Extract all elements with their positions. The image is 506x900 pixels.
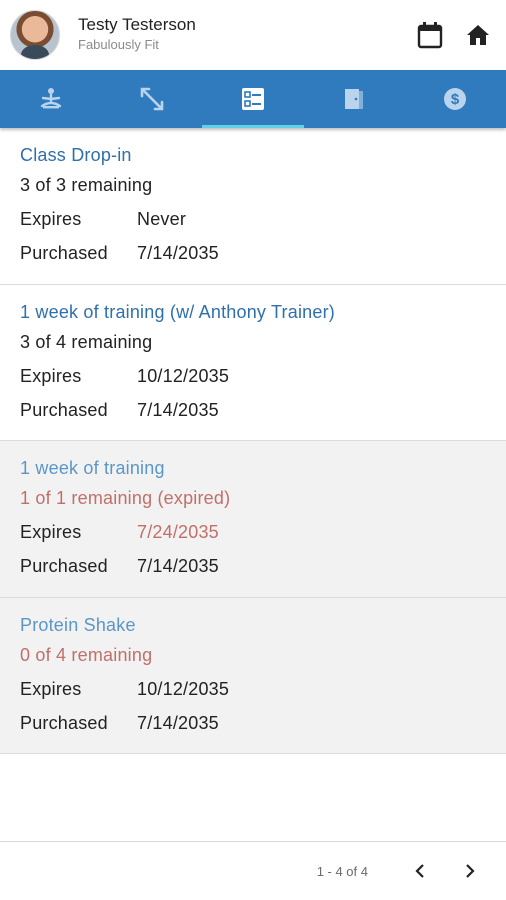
user-name: Testy Testerson — [78, 15, 196, 34]
package-title: 1 week of training (w/ Anthony Trainer) — [20, 301, 335, 322]
previous-page-button[interactable] — [404, 855, 436, 887]
package-card[interactable]: 1 week of training (w/ Anthony Trainer) … — [0, 285, 506, 441]
package-card-expired[interactable]: Protein Shake 0 of 4 remaining Expires 1… — [0, 597, 506, 754]
purchased-label: Purchased — [20, 399, 108, 420]
calendar-icon[interactable] — [412, 17, 448, 53]
package-remaining: 0 of 4 remaining — [20, 644, 153, 665]
expires-row: Expires 7/24/2035 — [20, 515, 486, 549]
purchased-value: 7/14/2035 — [137, 556, 219, 576]
pagination-range: 1 - 4 of 4 — [316, 863, 368, 879]
chevron-right-icon — [466, 864, 475, 878]
purchased-label: Purchased — [20, 243, 108, 263]
purchased-row: Purchased 7/14/2035 — [20, 706, 486, 740]
tab-bar: $ — [0, 70, 506, 128]
package-title: Class Drop-in — [20, 145, 132, 165]
tab-billing[interactable]: $ — [405, 70, 506, 128]
expires-row: Expires 10/12/2035 — [20, 672, 486, 706]
purchased-value: 7/14/2035 — [137, 399, 219, 420]
pagination: 1 - 4 of 4 — [0, 841, 506, 900]
tab-classes[interactable] — [0, 70, 101, 128]
purchased-row: Purchased 7/14/2035 — [20, 393, 486, 427]
door-icon — [345, 89, 364, 109]
package-card[interactable]: Class Drop-in 3 of 3 remaining Expires N… — [0, 128, 506, 285]
expires-row: Expires Never — [20, 202, 486, 236]
fitness-arrows-icon — [140, 87, 164, 111]
expires-label: Expires — [20, 678, 82, 699]
tab-workouts[interactable] — [101, 70, 202, 128]
expires-value: 10/12/2035 — [137, 678, 230, 699]
purchased-row: Purchased 7/14/2035 — [20, 549, 486, 583]
expires-label: Expires — [20, 209, 82, 229]
expires-value: 10/12/2035 — [137, 365, 230, 386]
expires-label: Expires — [20, 522, 82, 542]
package-remaining: 1 of 1 remaining (expired) — [20, 488, 231, 508]
package-list: Class Drop-in 3 of 3 remaining Expires N… — [0, 128, 506, 754]
package-title: 1 week of training — [20, 458, 165, 478]
purchased-label: Purchased — [20, 556, 108, 576]
purchased-label: Purchased — [20, 712, 108, 733]
purchased-row: Purchased 7/14/2035 — [20, 236, 486, 270]
home-icon[interactable] — [460, 17, 496, 53]
expires-value: 7/24/2035 — [137, 522, 219, 542]
purchased-value: 7/14/2035 — [137, 712, 219, 733]
meditation-icon — [40, 88, 61, 109]
gym-name: Fabulously Fit — [78, 37, 159, 52]
dollar-icon: $ — [444, 88, 467, 110]
svg-text:$: $ — [451, 91, 460, 108]
tab-checkin[interactable] — [304, 70, 405, 128]
tab-packages[interactable] — [202, 70, 304, 128]
next-page-button[interactable] — [454, 855, 486, 887]
package-remaining: 3 of 4 remaining — [20, 331, 153, 352]
avatar[interactable] — [10, 10, 60, 60]
expires-value: Never — [137, 209, 187, 229]
chevron-left-icon — [415, 864, 424, 878]
expires-row: Expires 10/12/2035 — [20, 359, 486, 393]
package-remaining: 3 of 3 remaining — [20, 175, 153, 195]
purchased-value: 7/14/2035 — [137, 243, 219, 263]
expires-label: Expires — [20, 365, 82, 386]
app-header: Testy Testerson Fabulously Fit — [0, 0, 506, 70]
checklist-icon — [242, 88, 264, 110]
user-info: Testy Testerson Fabulously Fit — [78, 15, 400, 55]
package-card-expired[interactable]: 1 week of training 1 of 1 remaining (exp… — [0, 441, 506, 598]
package-title: Protein Shake — [20, 614, 136, 635]
